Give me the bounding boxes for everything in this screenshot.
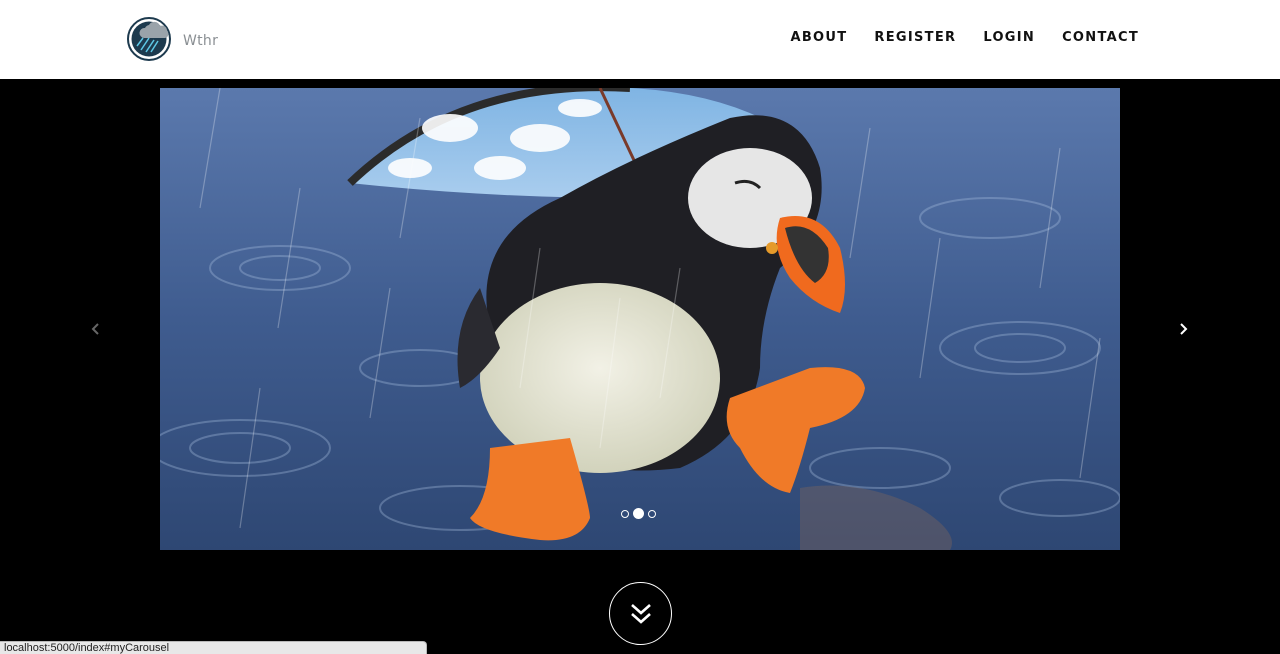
browser-status-bar: localhost:5000/index#myCarousel bbox=[0, 641, 427, 654]
nav-about[interactable]: ABOUT bbox=[790, 30, 847, 45]
brand-logo[interactable]: Wthr bbox=[127, 16, 218, 62]
carousel-indicators bbox=[621, 508, 656, 519]
chevron-right-icon bbox=[1180, 323, 1188, 335]
carousel-indicator-3[interactable] bbox=[648, 509, 656, 518]
nav-login[interactable]: LOGIN bbox=[983, 30, 1035, 45]
carousel-next-control[interactable] bbox=[1173, 319, 1193, 339]
carousel-prev-control[interactable] bbox=[86, 319, 106, 339]
status-url: localhost:5000/index#myCarousel bbox=[4, 642, 170, 654]
brand-name: Wthr bbox=[183, 33, 219, 49]
nav-register[interactable]: REGISTER bbox=[874, 30, 956, 45]
carousel-slide-image bbox=[160, 88, 1120, 550]
carousel-indicator-2[interactable] bbox=[633, 508, 644, 519]
double-chevron-down-icon bbox=[630, 603, 651, 624]
scroll-down-button[interactable] bbox=[609, 582, 672, 645]
carousel-indicator-1[interactable] bbox=[621, 509, 629, 518]
carousel bbox=[0, 79, 1280, 567]
nav-contact[interactable]: CONTACT bbox=[1062, 30, 1139, 45]
main-nav: ABOUT REGISTER LOGIN CONTACT bbox=[790, 30, 1139, 45]
weather-logo-icon bbox=[127, 17, 171, 61]
puffin-in-rain-image bbox=[160, 88, 1120, 550]
chevron-left-icon bbox=[91, 323, 99, 335]
navbar: Wthr ABOUT REGISTER LOGIN CONTACT bbox=[0, 0, 1280, 79]
